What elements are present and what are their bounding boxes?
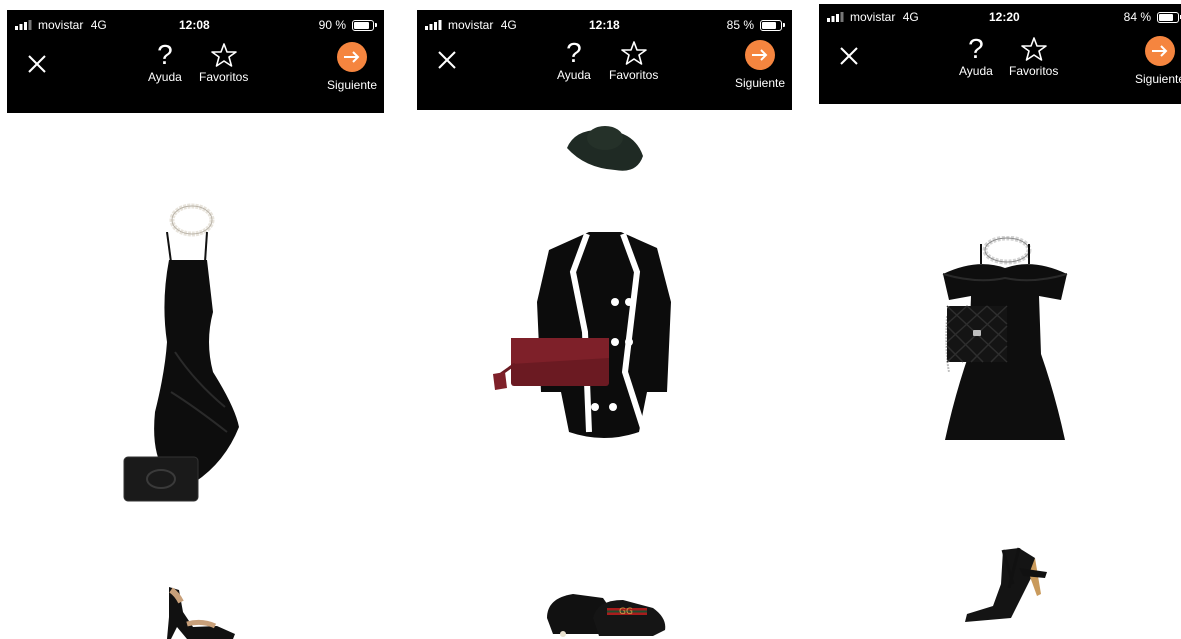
top-bar: movistar 4G 12:18 85 % ? Ayuda Favoritos: [417, 10, 792, 110]
svg-text:GG: GG: [619, 607, 633, 617]
network-type: 4G: [500, 18, 517, 32]
carrier-info: movistar 4G: [15, 18, 107, 32]
favorites-label: Favoritos: [199, 70, 249, 84]
black-clutch-image[interactable]: [123, 455, 199, 503]
battery-info: 90 %: [318, 18, 377, 32]
carrier-info: movistar 4G: [827, 10, 919, 24]
battery-percent: 85 %: [726, 18, 754, 32]
help-icon: ?: [566, 37, 582, 68]
burgundy-clutch-tassel-image[interactable]: [489, 336, 611, 392]
star-icon: [199, 40, 248, 70]
carrier-name: movistar: [448, 18, 494, 32]
help-icon: ?: [157, 39, 173, 70]
battery-icon: [760, 19, 785, 31]
help-button[interactable]: ? Ayuda: [148, 39, 182, 85]
black-quilted-bag-image[interactable]: [943, 302, 1009, 374]
battery-icon: [1157, 11, 1181, 23]
next-label: Siguiente: [735, 76, 786, 90]
status-bar: movistar 4G 12:18 85 %: [417, 16, 792, 34]
help-label: Ayuda: [959, 64, 993, 78]
clock: 12:08: [179, 18, 210, 32]
next-button[interactable]: Siguiente: [735, 40, 785, 90]
outfit-panel-1: movistar 4G 12:08 90 % ? Ayuda Favoritos: [7, 10, 384, 639]
clock: 12:18: [589, 18, 620, 32]
signal-icon: [425, 20, 443, 30]
star-icon: [609, 38, 658, 68]
next-label: Siguiente: [327, 78, 378, 92]
battery-percent: 90 %: [318, 18, 346, 32]
battery-info: 84 %: [1123, 10, 1181, 24]
top-bar: movistar 4G 12:20 84 % ? Ayuda Favoritos: [819, 4, 1181, 104]
black-block-heel-sandals-image[interactable]: [157, 582, 237, 639]
outfit-panel-3: movistar 4G 12:20 84 % ? Ayuda Favoritos: [819, 4, 1181, 639]
top-bar: movistar 4G 12:08 90 % ? Ayuda Favoritos: [7, 10, 384, 113]
favorites-label: Favoritos: [1009, 64, 1059, 78]
signal-icon: [827, 12, 845, 22]
help-icon: ?: [968, 33, 984, 64]
close-icon[interactable]: [837, 44, 863, 70]
arrow-right-icon: [337, 42, 368, 72]
signal-icon: [15, 20, 33, 30]
clock: 12:20: [989, 10, 1020, 24]
network-type: 4G: [90, 18, 107, 32]
status-bar: movistar 4G 12:20 84 %: [819, 8, 1181, 26]
close-icon[interactable]: [435, 48, 461, 74]
help-button[interactable]: ? Ayuda: [557, 37, 591, 83]
arrow-right-icon: [1145, 36, 1176, 66]
carrier-name: movistar: [38, 18, 84, 32]
dark-green-floppy-hat-image[interactable]: [565, 118, 645, 176]
star-icon: [1009, 34, 1058, 64]
battery-icon: [352, 19, 377, 31]
favorites-button[interactable]: Favoritos: [1009, 34, 1058, 78]
battery-info: 85 %: [726, 18, 785, 32]
arrow-right-icon: [745, 40, 776, 70]
help-label: Ayuda: [557, 68, 591, 82]
carrier-info: movistar 4G: [425, 18, 517, 32]
black-slip-dress-image[interactable]: [135, 232, 245, 482]
favorites-label: Favoritos: [609, 68, 659, 82]
network-type: 4G: [902, 10, 919, 24]
outfit-panel-2: movistar 4G 12:18 85 % ? Ayuda Favoritos: [417, 10, 792, 639]
gucci-loafers-image[interactable]: GG: [543, 578, 669, 639]
favorites-button[interactable]: Favoritos: [609, 38, 658, 82]
help-label: Ayuda: [148, 70, 182, 84]
black-strappy-sandals-image[interactable]: [963, 544, 1049, 624]
carrier-name: movistar: [850, 10, 896, 24]
next-button[interactable]: Siguiente: [1135, 36, 1181, 86]
help-button[interactable]: ? Ayuda: [959, 33, 993, 79]
next-label: Siguiente: [1135, 72, 1181, 86]
favorites-button[interactable]: Favoritos: [199, 40, 248, 84]
close-icon[interactable]: [25, 52, 51, 78]
next-button[interactable]: Siguiente: [327, 42, 377, 92]
status-bar: movistar 4G 12:08 90 %: [7, 16, 384, 34]
battery-percent: 84 %: [1123, 10, 1151, 24]
